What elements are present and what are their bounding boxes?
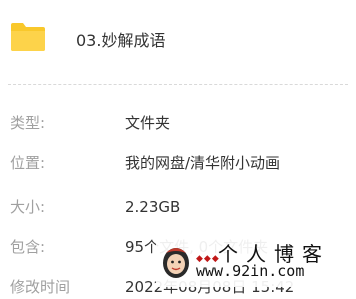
property-value: 文件夹 [125,114,171,132]
watermark-url: www.92in.com [196,262,305,280]
property-row-size: 大小: 2.23GB [0,195,356,219]
watermark-logo-icon [163,248,189,278]
property-label: 包含: [10,238,46,256]
property-label: 修改时间 [10,278,71,296]
divider [8,84,348,85]
watermark: 个人博客 ◆◆◆ www.92in.com [156,236,356,287]
property-value: 2.23GB [125,198,181,216]
property-row-location: 位置: 我的网盘/清华附小动画 [0,151,356,175]
property-label: 类型: [10,114,46,132]
property-value: 我的网盘/清华附小动画 [125,154,281,172]
item-header: 03.妙解成语 [0,0,356,84]
property-label: 位置: [10,154,46,172]
property-row-type: 类型: 文件夹 [0,111,356,135]
property-label: 大小: [10,198,46,216]
folder-icon [11,23,45,51]
item-name: 03.妙解成语 [76,31,166,50]
